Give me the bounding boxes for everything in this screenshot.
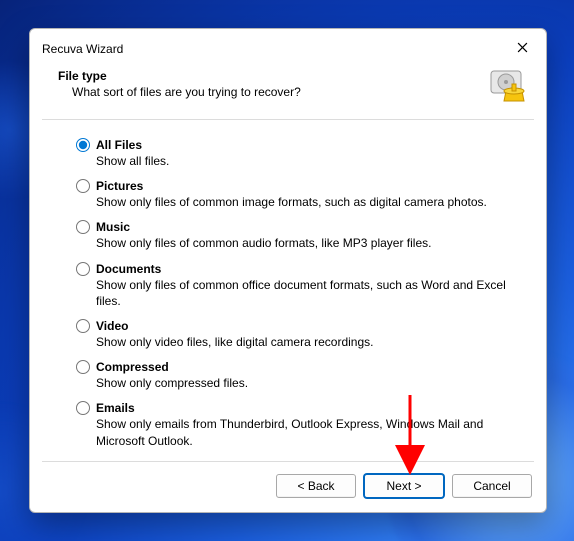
option-emails-row[interactable]: Emails [76, 401, 520, 415]
option-music-row[interactable]: Music [76, 220, 520, 234]
option-pictures-row[interactable]: Pictures [76, 179, 520, 193]
wizard-header: File type What sort of files are you try… [30, 65, 546, 119]
window-title: Recuva Wizard [42, 42, 123, 56]
option-emails-radio[interactable] [76, 401, 90, 415]
option-video-desc: Show only video files, like digital came… [96, 334, 520, 350]
option-compressed: CompressedShow only compressed files. [76, 360, 520, 391]
option-all-radio[interactable] [76, 138, 90, 152]
back-button[interactable]: < Back [276, 474, 356, 498]
option-documents-desc: Show only files of common office documen… [96, 277, 520, 309]
option-compressed-radio[interactable] [76, 360, 90, 374]
option-video-row[interactable]: Video [76, 319, 520, 333]
option-emails-label: Emails [96, 401, 135, 415]
option-pictures-label: Pictures [96, 179, 143, 193]
header-subtitle: What sort of files are you trying to rec… [72, 85, 478, 99]
option-music-desc: Show only files of common audio formats,… [96, 235, 520, 251]
option-music: MusicShow only files of common audio for… [76, 220, 520, 251]
header-title: File type [58, 69, 478, 83]
option-all-desc: Show all files. [96, 153, 520, 169]
option-documents-row[interactable]: Documents [76, 262, 520, 276]
option-compressed-label: Compressed [96, 360, 169, 374]
titlebar: Recuva Wizard [30, 29, 546, 65]
option-emails: EmailsShow only emails from Thunderbird,… [76, 401, 520, 448]
option-music-label: Music [96, 220, 130, 234]
option-documents-label: Documents [96, 262, 161, 276]
option-all: All FilesShow all files. [76, 138, 520, 169]
option-music-radio[interactable] [76, 220, 90, 234]
close-button[interactable] [508, 37, 536, 61]
desktop-background: Recuva Wizard File type What sort of fil… [0, 0, 574, 541]
option-compressed-row[interactable]: Compressed [76, 360, 520, 374]
option-video-label: Video [96, 319, 128, 333]
option-emails-desc: Show only emails from Thunderbird, Outlo… [96, 416, 520, 448]
option-documents-radio[interactable] [76, 262, 90, 276]
drive-recovery-icon [488, 69, 528, 109]
option-compressed-desc: Show only compressed files. [96, 375, 520, 391]
close-icon [517, 42, 528, 56]
option-video-radio[interactable] [76, 319, 90, 333]
option-pictures: PicturesShow only files of common image … [76, 179, 520, 210]
option-all-row[interactable]: All Files [76, 138, 520, 152]
option-video: VideoShow only video files, like digital… [76, 319, 520, 350]
wizard-footer: < Back Next > Cancel [30, 462, 546, 512]
wizard-window: Recuva Wizard File type What sort of fil… [29, 28, 547, 513]
cancel-button[interactable]: Cancel [452, 474, 532, 498]
option-documents: DocumentsShow only files of common offic… [76, 262, 520, 309]
option-all-label: All Files [96, 138, 142, 152]
next-button[interactable]: Next > [364, 474, 444, 498]
option-pictures-desc: Show only files of common image formats,… [96, 194, 520, 210]
options-panel: All FilesShow all files.PicturesShow onl… [30, 120, 546, 461]
option-pictures-radio[interactable] [76, 179, 90, 193]
